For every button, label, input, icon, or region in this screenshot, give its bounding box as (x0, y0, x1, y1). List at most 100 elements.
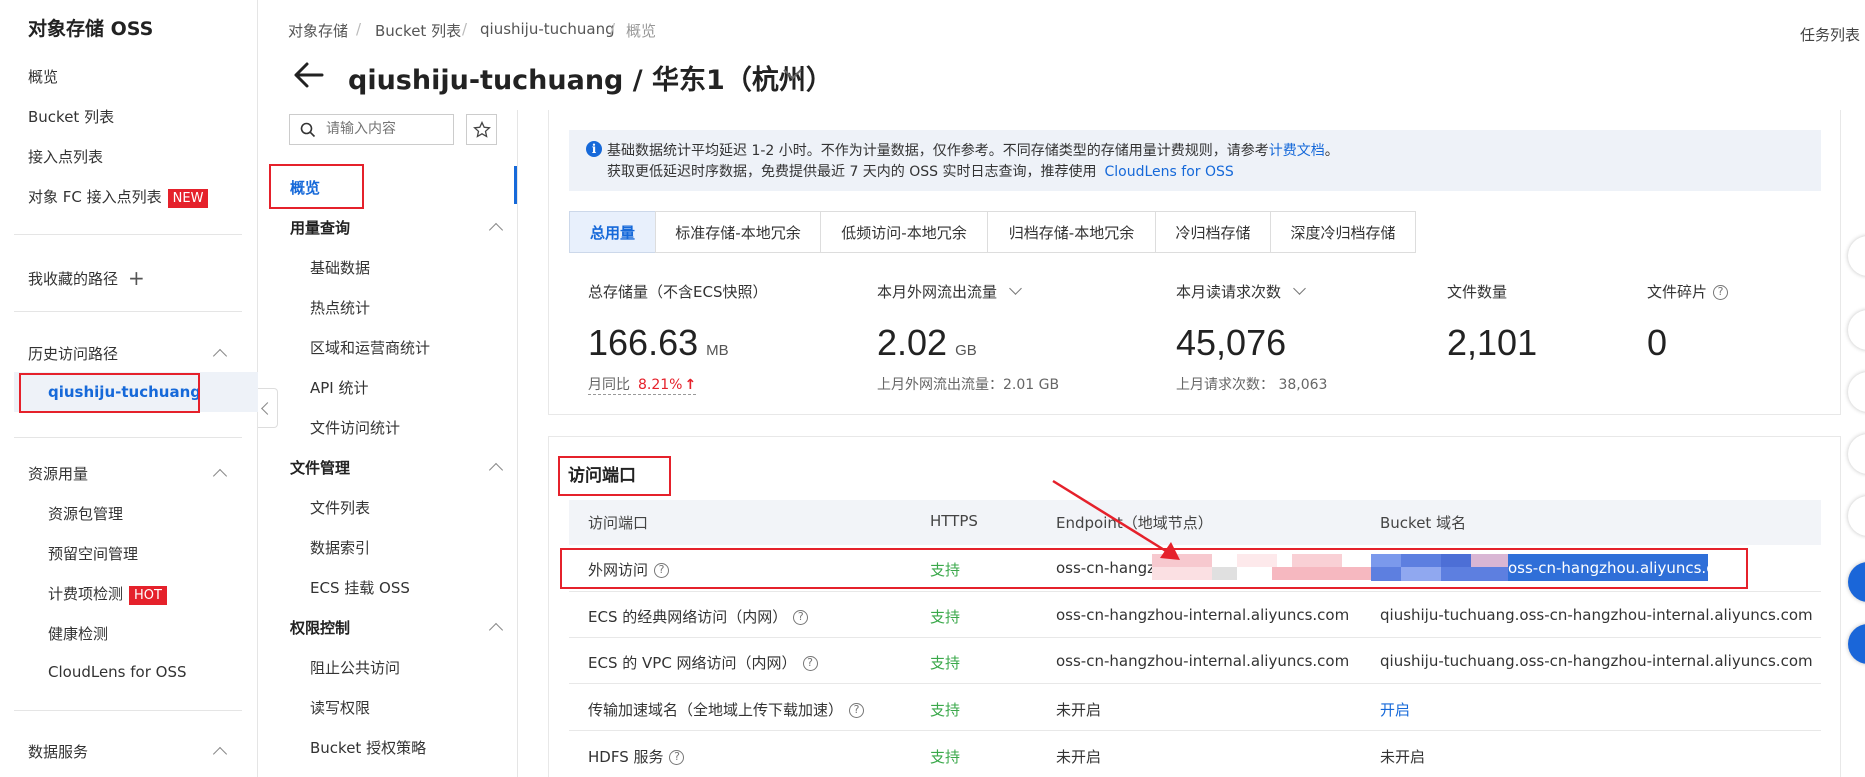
sidebar-item-overview[interactable]: 概览 (28, 66, 58, 87)
bucket-domain-value: 未开启 (1380, 748, 1426, 766)
chevron-up-icon[interactable] (212, 348, 228, 364)
nav-group-files[interactable]: 文件管理 (290, 457, 350, 478)
float-action-button[interactable] (1848, 562, 1865, 602)
notice-line1: 基础数据统计平均延迟 1-2 小时。不作为计量数据，仅作参考。不同存储类型的存储… (607, 140, 1339, 160)
nav-item-file-access[interactable]: 文件访问统计 (310, 417, 400, 438)
tab-standard[interactable]: 标准存储-本地冗余 (655, 211, 821, 253)
chevron-up-icon[interactable] (488, 222, 504, 238)
column-header-https: HTTPS (930, 512, 978, 530)
nav-search-input[interactable] (326, 118, 446, 140)
nav-item-file-list[interactable]: 文件列表 (310, 497, 370, 518)
sidebar-item-billing-check[interactable]: 计费项检测 HOT (48, 583, 167, 605)
star-button[interactable] (466, 114, 497, 145)
sidebar-item-cloudlens[interactable]: CloudLens for OSS (48, 663, 187, 681)
float-help-button[interactable] (1848, 624, 1865, 664)
annotation-arrow-icon (1052, 479, 1180, 560)
nav-search-box[interactable] (289, 114, 454, 145)
hot-badge: HOT (129, 586, 167, 605)
nav-item-hotspot[interactable]: 热点统计 (310, 297, 370, 318)
chevron-down-icon[interactable] (1293, 282, 1306, 295)
stat-label-total: 总存储量（不含ECS快照） (588, 283, 768, 301)
chevron-up-icon[interactable] (488, 622, 504, 638)
float-tool-button[interactable] (1848, 496, 1865, 536)
nav-item-ecs-mount[interactable]: ECS 挂载 OSS (310, 577, 410, 598)
product-title: 对象存储 OSS (28, 18, 154, 40)
sidebar-item-package[interactable]: 资源包管理 (48, 503, 123, 524)
data-service-header[interactable]: 数据服务 (28, 741, 88, 762)
https-status: 支持 (930, 654, 961, 672)
nav-group-usage[interactable]: 用量查询 (290, 217, 350, 238)
bucket-domain-value[interactable]: qiushiju-tuchuang.oss-cn-hangzhou-intern… (1380, 606, 1813, 624)
history-header[interactable]: 历史访问路径 (28, 343, 118, 364)
breadcrumb-sep: / (610, 20, 616, 38)
help-icon[interactable]: ? (793, 610, 809, 625)
enable-acceleration-link[interactable]: 开启 (1380, 699, 1410, 720)
stat-label-files: 文件数量 (1447, 283, 1508, 301)
float-tool-button[interactable] (1848, 310, 1865, 350)
chevron-down-icon[interactable] (1009, 282, 1022, 295)
sidebar-item-bucket-list[interactable]: Bucket 列表 (28, 106, 114, 127)
breadcrumb-storage[interactable]: 对象存储 (288, 20, 348, 41)
stat-label-requests[interactable]: 本月读请求次数 (1176, 281, 1306, 302)
plus-icon[interactable]: + (128, 266, 145, 290)
sidebar-item-favorites[interactable]: 我收藏的路径 + (28, 265, 145, 290)
billing-doc-link[interactable]: 计费文档 (1269, 143, 1325, 159)
nav-item-acl[interactable]: 读写权限 (310, 697, 370, 718)
notice-text: 基础数据统计平均延迟 1-2 小时。不作为计量数据，仅作参考。不同存储类型的存储… (607, 143, 1269, 159)
breadcrumb-bucket-list[interactable]: Bucket 列表 (375, 20, 461, 41)
sidebar-item-fc-access-points[interactable]: 对象 FC 接入点列表 NEW (28, 186, 209, 208)
tab-total[interactable]: 总用量 (569, 211, 656, 253)
endpoint-value[interactable]: oss-cn-hangzhou-internal.aliyuncs.com (1056, 606, 1349, 624)
stat-label-traffic[interactable]: 本月外网流出流量 (877, 281, 1022, 302)
help-icon[interactable]: ? (1713, 285, 1729, 300)
chevron-up-icon[interactable] (212, 746, 228, 762)
help-icon[interactable]: ? (802, 656, 818, 671)
sidebar-item-health[interactable]: 健康检测 (48, 623, 108, 644)
endpoint-value: 未开启 (1056, 701, 1102, 719)
stat-sub-traffic: 上月外网流出流量：2.01 GB (877, 377, 1060, 393)
sidebar-item-reserved[interactable]: 预留空间管理 (48, 543, 138, 564)
chevron-up-icon[interactable] (212, 468, 228, 484)
float-tool-button[interactable] (1848, 372, 1865, 412)
chevron-left-icon (261, 402, 274, 415)
stat-unit: GB (955, 342, 977, 359)
float-tool-button[interactable] (1848, 236, 1865, 276)
tab-infrequent[interactable]: 低频访问-本地冗余 (820, 211, 988, 253)
divider (517, 110, 518, 777)
divider (14, 234, 242, 235)
nav-item-api-stats[interactable]: API 统计 (310, 377, 369, 398)
bucket-domain-value[interactable]: qiushiju-tuchuang.oss-cn-hangzhou-intern… (1380, 652, 1813, 670)
stat-number: 166.63 (588, 322, 699, 363)
nav-item-block-public[interactable]: 阻止公共访问 (310, 657, 400, 678)
stat-value-files: 2,101 (1447, 322, 1537, 364)
nav-item-data-index[interactable]: 数据索引 (310, 537, 370, 558)
nav-group-permissions[interactable]: 权限控制 (290, 617, 350, 638)
row-divider (569, 683, 1821, 684)
stat-sub-label: 月同比 (588, 377, 630, 393)
stat-label-fragments: 文件碎片? (1647, 281, 1729, 302)
search-icon (300, 122, 316, 138)
nav-item-basic-data[interactable]: 基础数据 (310, 257, 370, 278)
back-arrow-icon[interactable] (292, 60, 324, 90)
resource-header[interactable]: 资源用量 (28, 463, 88, 484)
collapse-handle[interactable] (258, 388, 278, 428)
tab-archive[interactable]: 归档存储-本地冗余 (987, 211, 1156, 253)
breadcrumb-sep: / (462, 20, 468, 38)
https-status: 支持 (930, 608, 961, 626)
port-label: 传输加速域名（全地域上传下载加速） (588, 701, 844, 719)
sidebar-item-access-points[interactable]: 接入点列表 (28, 146, 103, 167)
tab-deep-cold-archive[interactable]: 深度冷归档存储 (1270, 211, 1416, 253)
endpoint-value[interactable]: oss-cn-hangzhou-internal.aliyuncs.com (1056, 652, 1349, 670)
arrow-up-icon: ↑ (684, 377, 697, 393)
nav-item-region-stats[interactable]: 区域和运营商统计 (310, 337, 430, 358)
sidebar-item-label: 计费项检测 (48, 585, 124, 603)
cloudlens-link[interactable]: CloudLens for OSS (1105, 164, 1234, 180)
nav-item-bucket-policy[interactable]: Bucket 授权策略 (310, 737, 426, 758)
tab-cold-archive[interactable]: 冷归档存储 (1155, 211, 1271, 253)
breadcrumb-bucket[interactable]: qiushiju-tuchuang (480, 20, 615, 38)
help-icon[interactable]: ? (849, 703, 865, 718)
help-icon[interactable]: ? (669, 750, 685, 765)
float-tool-button[interactable] (1848, 434, 1865, 474)
task-list-link[interactable]: 任务列表 (1800, 24, 1860, 45)
chevron-up-icon[interactable] (488, 462, 504, 478)
